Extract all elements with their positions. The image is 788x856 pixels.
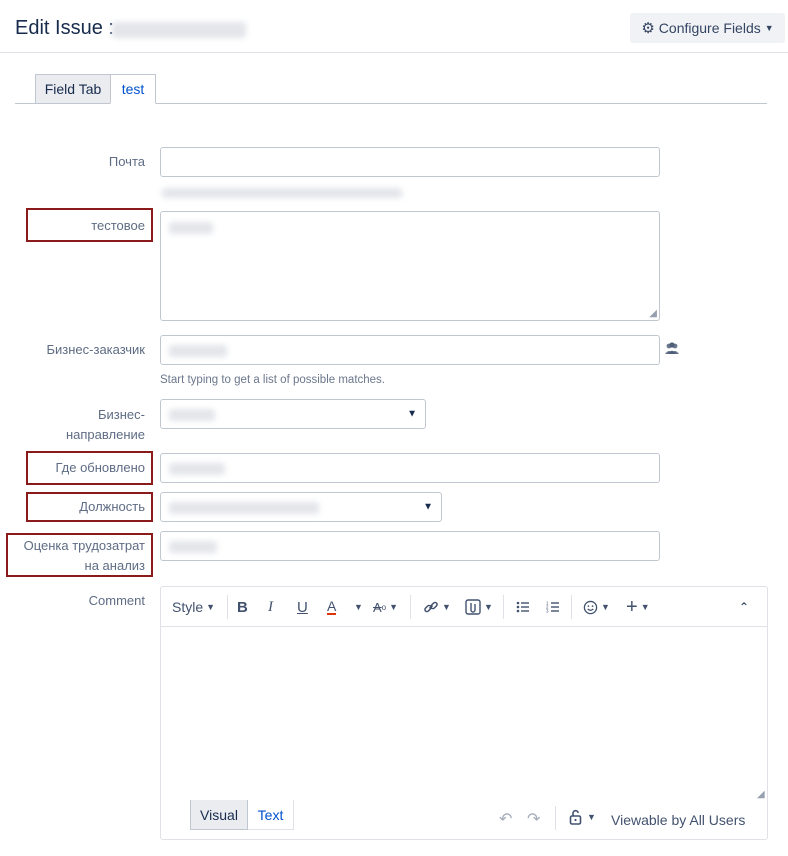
select-arrow-icon: ▼ (407, 408, 417, 420)
comment-label: Comment (88, 593, 145, 608)
link-icon[interactable]: ▼ (423, 587, 451, 627)
editor-toolbar: Style ▼ B I U A ▼ Ao ▼ ▼ ▼ 123 ▼ + ▼ ⌃ (161, 587, 767, 627)
header-divider (0, 52, 788, 53)
configure-fields-label: Configure Fields (658, 20, 761, 36)
insert-more-icon[interactable]: + ▼ (626, 587, 650, 627)
biznes-napravlenie-label-1: Бизнес- (98, 407, 145, 422)
italic-icon[interactable]: I (268, 587, 273, 627)
undo-icon[interactable]: ↶ (499, 809, 512, 829)
chevron-down-icon: ▼ (764, 23, 774, 33)
biznes-zakazchik-hint: Start typing to get a list of possible m… (160, 374, 386, 386)
tab-text[interactable]: Text (248, 800, 294, 830)
unlock-icon (569, 809, 582, 825)
ocenka-value-redacted (169, 541, 217, 553)
tab-field-tab[interactable]: Field Tab (35, 74, 111, 104)
testovoe-value-redacted (169, 222, 213, 234)
gde-obnovleno-input[interactable] (160, 453, 660, 483)
visibility-label: Viewable by All Users (611, 812, 746, 828)
text-color-icon[interactable]: A (327, 587, 337, 627)
pochta-label: Почта (108, 154, 145, 169)
dolzhnost-select[interactable]: ▼ (160, 492, 442, 522)
tab-test[interactable]: test (110, 74, 156, 104)
collapse-toolbar-icon[interactable]: ⌃ (739, 587, 749, 627)
attachment-icon[interactable]: ▼ (465, 587, 493, 627)
toolbar-separator (555, 806, 556, 830)
ocenka-label-2: на анализ (84, 558, 145, 573)
biznes-zakazchik-value-redacted (169, 345, 227, 357)
editor-bottom-bar: Visual Text ↶ ↷ ▼ Viewable by All Users (161, 800, 767, 839)
style-dropdown[interactable]: Style ▼ (172, 587, 215, 627)
resize-handle-icon[interactable]: ◢ (649, 308, 657, 319)
ocenka-label-1: Оценка трудозатрат (23, 538, 145, 553)
text-format-icon[interactable]: Ao ▼ (373, 587, 398, 627)
emoji-icon[interactable]: ▼ (583, 587, 610, 627)
testovoe-label: тестовое (91, 218, 145, 233)
gde-obnovleno-label: Где обновлено (55, 460, 145, 475)
biznes-napravlenie-label-2: направление (65, 427, 145, 442)
toolbar-separator (410, 595, 411, 619)
biznes-napravlenie-select[interactable]: ▼ (160, 399, 426, 429)
pochta-input[interactable] (160, 147, 660, 177)
redo-icon[interactable]: ↷ (527, 809, 540, 829)
biznes-napravlenie-value-redacted (169, 409, 215, 421)
toolbar-separator (571, 595, 572, 619)
configure-fields-button[interactable]: ⚙ Configure Fields ▼ (630, 13, 785, 43)
dolzhnost-value-redacted (169, 502, 319, 514)
numbered-list-icon[interactable]: 123 (546, 587, 560, 627)
issue-key-redacted (112, 22, 246, 38)
style-label: Style (172, 599, 204, 615)
visibility-lock-button[interactable]: ▼ (569, 809, 596, 825)
ocenka-input[interactable] (160, 531, 660, 561)
chevron-down-icon: ▼ (206, 602, 216, 612)
bullet-list-icon[interactable] (516, 587, 530, 627)
svg-text:3: 3 (546, 609, 549, 614)
underline-icon[interactable]: U (297, 587, 308, 627)
biznes-zakazchik-input[interactable] (160, 335, 660, 365)
select-arrow-icon: ▼ (423, 501, 433, 513)
toolbar-separator (503, 595, 504, 619)
gear-icon: ⚙ (641, 20, 655, 37)
chevron-down-icon: ▼ (587, 812, 596, 822)
user-picker-icon[interactable] (664, 340, 680, 359)
toolbar-separator (227, 595, 228, 619)
tab-visual[interactable]: Visual (190, 800, 248, 830)
biznes-zakazchik-label: Бизнес-заказчик (46, 342, 146, 357)
resize-handle-icon[interactable]: ◢ (757, 789, 765, 800)
bold-icon[interactable]: B (237, 587, 248, 627)
dolzhnost-label: Должность (79, 499, 145, 514)
text-color-chevron-icon[interactable]: ▼ (351, 587, 363, 627)
gde-obnovleno-value-redacted (169, 463, 225, 475)
page-title: Edit Issue : (15, 17, 114, 39)
pochta-hint-redacted (162, 188, 402, 198)
testovoe-textarea[interactable]: ◢ (160, 211, 660, 321)
